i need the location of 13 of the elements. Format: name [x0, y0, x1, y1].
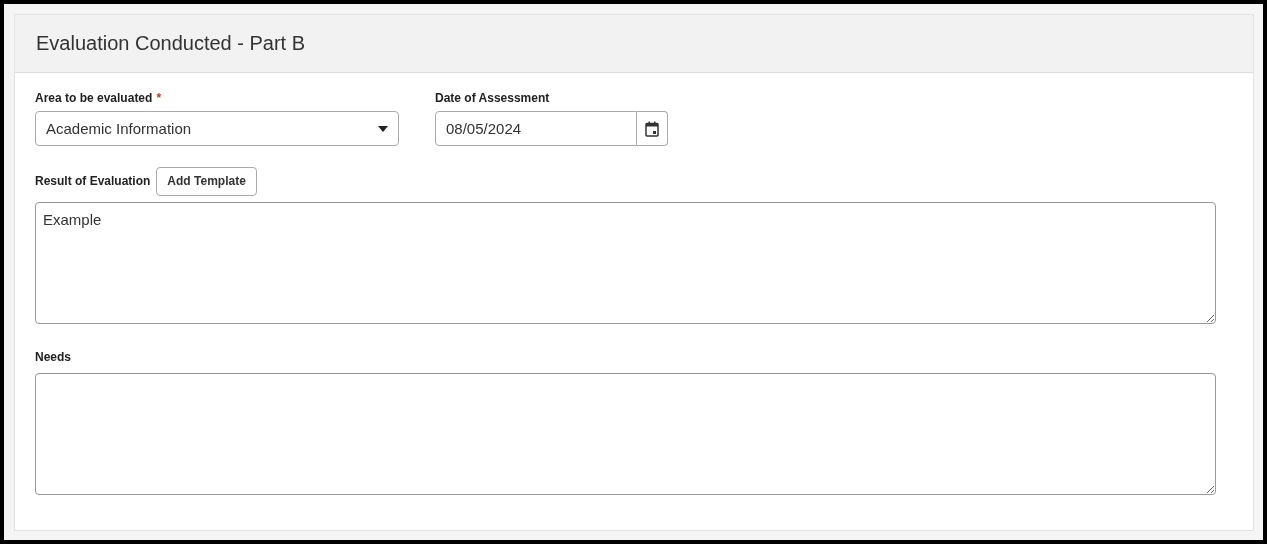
caret-icon [378, 125, 388, 132]
required-mark: * [156, 91, 162, 105]
field-label: Date of Assessment [435, 91, 550, 105]
field-label: Result of Evaluation [35, 174, 151, 188]
calendar-icon [645, 120, 659, 137]
result-textarea[interactable]: Example [35, 202, 1216, 324]
area-select[interactable]: Academic Information [35, 111, 399, 146]
field-label: Area to be evaluated [35, 91, 153, 105]
date-field[interactable]: 08/05/2024 [435, 111, 637, 146]
calendar-button[interactable] [637, 111, 668, 146]
panel-title: Evaluation Conducted - Part B [36, 32, 306, 55]
field-label: Needs [35, 350, 72, 364]
add-template-button[interactable]: Add Template [156, 166, 257, 196]
